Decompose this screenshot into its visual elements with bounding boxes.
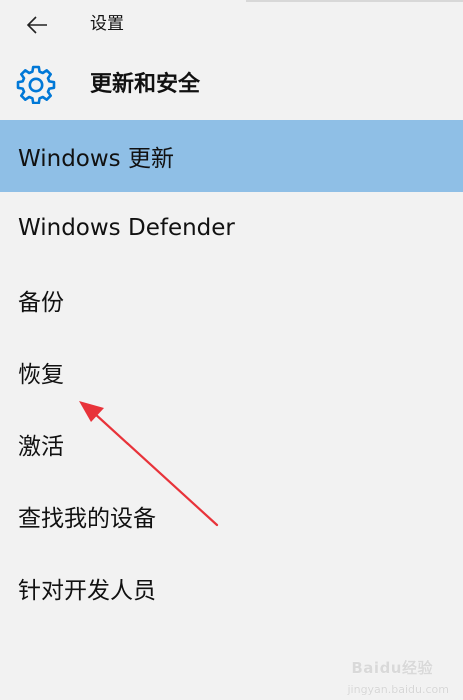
nav-item-activation[interactable]: 激活 — [0, 408, 463, 480]
back-button[interactable] — [20, 8, 54, 42]
back-arrow-icon — [26, 16, 47, 34]
watermark-logo: Baidu经验 — [351, 659, 433, 677]
nav-item-windows-defender[interactable]: Windows Defender — [0, 192, 463, 264]
gear-icon — [16, 65, 56, 104]
section-header: 更新和安全 — [0, 55, 463, 117]
nav-item-windows-update[interactable]: Windows 更新 — [0, 120, 463, 192]
watermark-url: jingyan.baidu.com — [347, 683, 449, 696]
title-bar: 设置 — [0, 0, 463, 50]
nav-list: Windows 更新 Windows Defender 备份 恢复 激活 查找我… — [0, 120, 463, 624]
nav-item-recovery[interactable]: 恢复 — [0, 336, 463, 408]
section-title: 更新和安全 — [90, 72, 201, 97]
settings-window: 设置 更新和安全 Windows 更新 Windows Defender 备份 … — [0, 0, 463, 700]
nav-item-backup[interactable]: 备份 — [0, 264, 463, 336]
nav-item-for-developers[interactable]: 针对开发人员 — [0, 552, 463, 624]
nav-item-find-my-device[interactable]: 查找我的设备 — [0, 480, 463, 552]
app-title: 设置 — [90, 14, 124, 34]
